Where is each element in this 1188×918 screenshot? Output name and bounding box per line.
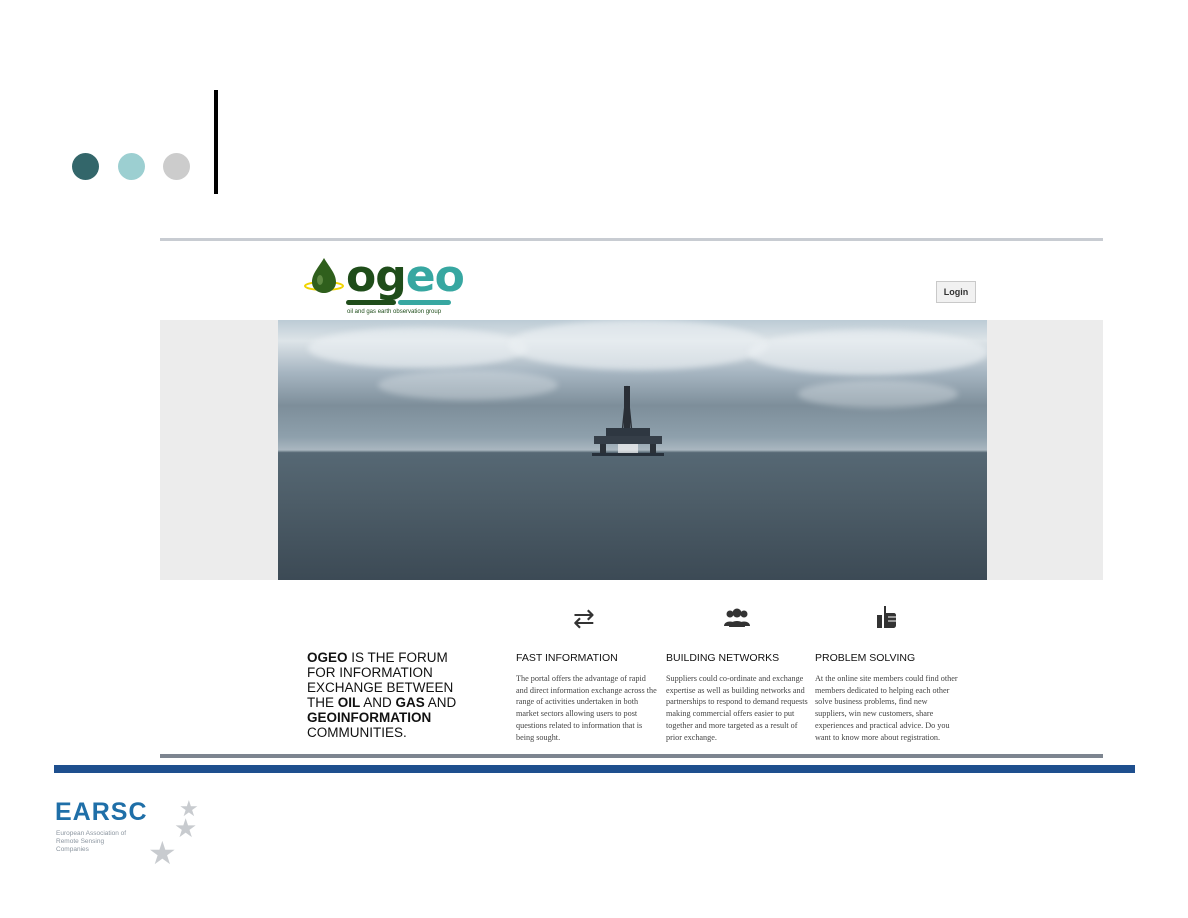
feature-title-building-networks: BUILDING NETWORKS xyxy=(666,652,780,664)
star-icon: ★ xyxy=(148,835,177,871)
logo-underline xyxy=(346,300,451,305)
exchange-arrows-icon: ⇄ xyxy=(573,603,595,633)
title-divider xyxy=(214,90,218,194)
login-button[interactable]: Login xyxy=(936,281,976,303)
hero-image xyxy=(278,320,987,580)
feature-title-problem-solving: PROBLEM SOLVING xyxy=(815,652,916,664)
browser-top-edge xyxy=(160,238,1103,241)
decor-dot-dark xyxy=(72,153,99,180)
feature-text-fast-information: The portal offers the advantage of rapid… xyxy=(516,674,657,742)
offshore-rig-photo xyxy=(592,385,664,456)
earsc-subtitle: European Association of Remote Sensing C… xyxy=(56,830,127,853)
feature-text-problem-solving: At the online site members could find ot… xyxy=(815,674,958,742)
decor-dot-grey xyxy=(163,153,190,180)
footer-bar xyxy=(54,765,1135,773)
decor-dot-light xyxy=(118,153,145,180)
users-group-icon xyxy=(724,608,750,627)
thumbs-up-icon xyxy=(877,606,896,628)
logo-wordmark: ogeo xyxy=(346,251,465,302)
feature-text-building-networks: Suppliers could co-ordinate and exchange… xyxy=(666,674,808,742)
website-screenshot: ogeo oil and gas earth observation group… xyxy=(160,238,1103,758)
feature-title-fast-information: FAST INFORMATION xyxy=(516,652,618,664)
browser-bottom-edge xyxy=(160,754,1103,758)
earsc-logo: EARSC xyxy=(55,798,148,826)
star-icon: ★ xyxy=(174,813,198,843)
forum-headline: OGEO IS THE FORUM FOR INFORMATION EXCHAN… xyxy=(307,650,457,740)
ogeo-logo[interactable]: ogeo oil and gas earth observation group xyxy=(304,252,465,315)
logo-tagline: oil and gas earth observation group xyxy=(347,309,442,315)
oil-drop-icon xyxy=(304,258,344,293)
